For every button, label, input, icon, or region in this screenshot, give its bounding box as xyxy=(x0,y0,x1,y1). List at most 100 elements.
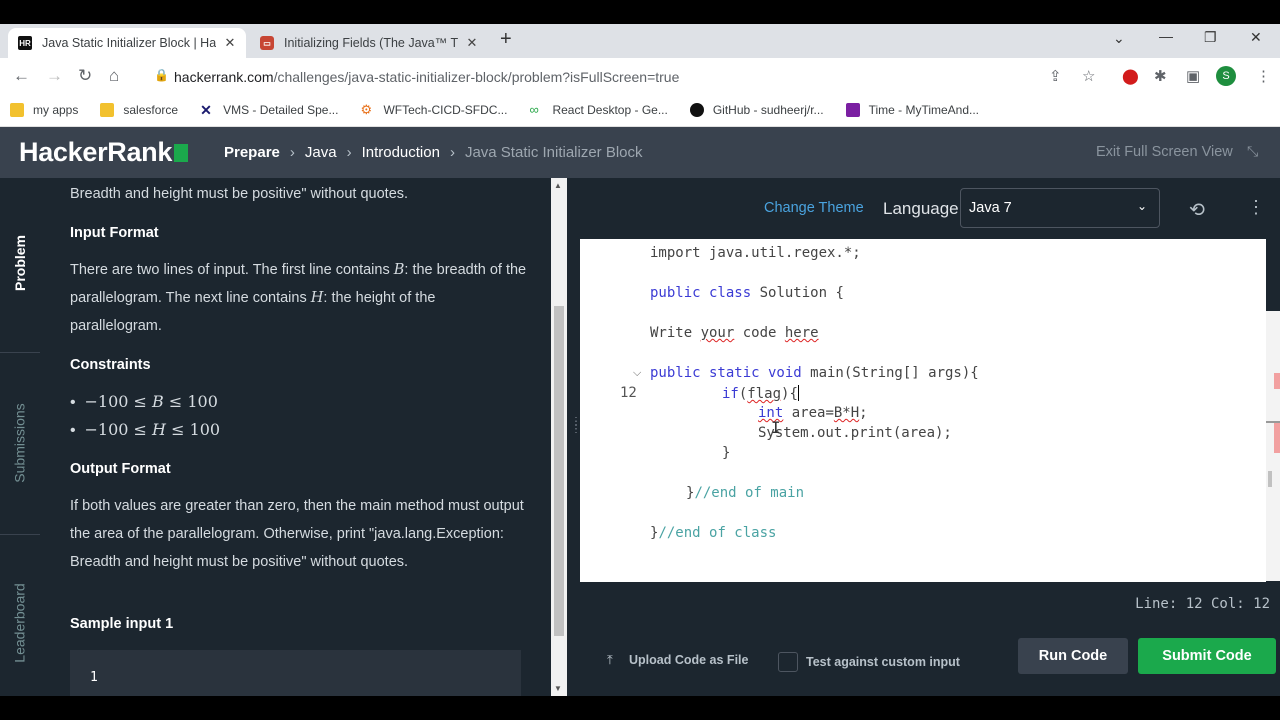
constraints-title: Constraints xyxy=(70,357,151,373)
extensions-puzzle-icon[interactable]: ✱ xyxy=(1154,67,1167,85)
code-line: }//end of class xyxy=(650,525,776,541)
constraint-b: • −100 ≤ B ≤ 100 xyxy=(70,392,218,411)
code-editor-panel: Change Theme Language Java 7 ⌄ ⟲ ⋮ impor… xyxy=(567,178,1280,696)
error-marker xyxy=(1274,373,1280,389)
divider xyxy=(0,352,40,353)
text-fragment: There are two lines of input. The first … xyxy=(70,262,394,278)
history-icon[interactable]: ⟲ xyxy=(1189,199,1205,222)
share-icon[interactable]: ⇪ xyxy=(1049,67,1062,85)
sidetab-label: Leaderboard xyxy=(12,583,28,663)
resize-grip-icon[interactable]: ⋮ ⋮ ⋮ xyxy=(571,417,581,450)
code-keyword: public static void xyxy=(650,365,802,381)
back-icon[interactable]: ← xyxy=(13,66,30,86)
breadcrumb-prepare[interactable]: Prepare xyxy=(224,144,280,161)
run-code-button[interactable]: Run Code xyxy=(1018,638,1128,674)
tab-hackerrank[interactable]: HR Java Static Initializer Block | Hack … xyxy=(8,28,246,58)
tab-oracle[interactable]: ▭ Initializing Fields (The Java™ Tuto ✕ xyxy=(250,28,488,58)
code-line: Write your code here xyxy=(650,325,819,341)
scrollbar-thumb[interactable] xyxy=(1268,471,1272,487)
window-close-icon[interactable]: ✕ xyxy=(1250,29,1262,46)
hackerrank-header: HackerRank Prepare › Java › Introduction… xyxy=(0,127,1280,178)
side-panel-icon[interactable]: ▣ xyxy=(1186,67,1200,85)
code-line: public class Solution { xyxy=(650,285,844,301)
problem-statement: Breadth and height must be positive" wit… xyxy=(40,178,551,696)
code-token-error: your xyxy=(700,325,735,341)
code-comment: //end of main xyxy=(694,485,805,501)
bookmark-label: GitHub - sudheerj/r... xyxy=(712,103,824,117)
screen: HR Java Static Initializer Block | Hack … xyxy=(0,0,1280,720)
code-area[interactable]: import java.util.regex.*; public class S… xyxy=(580,239,1280,582)
language-select[interactable]: Java 7 ⌄ xyxy=(960,188,1160,228)
close-icon[interactable]: ✕ xyxy=(222,35,238,51)
logo-text: HackerRank xyxy=(19,137,173,167)
change-theme-link[interactable]: Change Theme xyxy=(764,200,864,216)
reload-icon[interactable]: ↻ xyxy=(78,66,92,86)
exit-fullscreen-link[interactable]: Exit Full Screen View xyxy=(1096,144,1233,160)
math-n: 100 xyxy=(189,420,221,439)
bookmark-salesforce[interactable]: salesforce xyxy=(100,103,178,117)
custom-input-label[interactable]: Test against custom input xyxy=(806,655,960,669)
oracle-favicon-icon: ▭ xyxy=(260,36,274,50)
minimize-icon[interactable]: — xyxy=(1159,28,1173,44)
url-path: /challenges/java-static-initializer-bloc… xyxy=(273,69,680,85)
hackerrank-logo[interactable]: HackerRank xyxy=(19,137,189,168)
code-line: } xyxy=(722,445,731,461)
language-label: Language xyxy=(883,199,959,218)
address-bar[interactable]: 🔒 hackerrank.com/challenges/java-static-… xyxy=(144,61,1236,91)
bookmark-react-desktop[interactable]: ∞ React Desktop - Ge... xyxy=(529,103,667,118)
scroll-up-icon[interactable]: ▲ xyxy=(554,181,562,190)
home-icon[interactable]: ⌂ xyxy=(109,66,119,86)
math-op: ≤ xyxy=(165,420,190,439)
bookmark-github[interactable]: GitHub - sudheerj/r... xyxy=(689,103,824,117)
bookmark-vms[interactable]: ✕ VMS - Detailed Spe... xyxy=(200,103,338,117)
scroll-down-icon[interactable]: ▼ xyxy=(554,684,562,693)
upload-icon[interactable]: ⤒ xyxy=(607,652,613,668)
upload-code-button[interactable]: Upload Code as File xyxy=(629,653,748,667)
mouse-ibeam-cursor-icon: I xyxy=(771,418,781,437)
error-marker xyxy=(1274,423,1280,453)
problem-scrollbar[interactable]: ▲ ▼ xyxy=(551,178,567,696)
tab-title: Java Static Initializer Block | Hack xyxy=(42,36,216,50)
submit-code-button[interactable]: Submit Code xyxy=(1138,638,1276,674)
code-scrollbar[interactable] xyxy=(1266,311,1280,581)
divider xyxy=(0,534,40,535)
bookmark-star-icon[interactable]: ☆ xyxy=(1082,67,1095,85)
sample-input-line: 1 xyxy=(90,670,98,685)
scrollbar-thumb[interactable] xyxy=(554,306,564,636)
fold-chevron-icon[interactable]: ⌵ xyxy=(633,367,641,380)
new-tab-icon[interactable]: + xyxy=(500,28,512,51)
code-token-error: flag xyxy=(747,386,782,402)
chevron-right-icon: › xyxy=(289,144,295,161)
breadcrumb-java[interactable]: Java xyxy=(305,144,337,161)
bookmark-time[interactable]: Time - MyTimeAnd... xyxy=(845,103,979,117)
collapse-icon[interactable]: ⤡ xyxy=(1247,143,1258,160)
browser-menu-icon[interactable]: ⋮ xyxy=(1256,67,1271,85)
bookmark-my-apps[interactable]: my apps xyxy=(10,103,78,117)
problem-sidebar: Problem Submissions Leaderboard xyxy=(0,178,40,696)
tab-search-icon[interactable]: ⌄ xyxy=(1113,30,1125,47)
bookmark-label: WFTech-CICD-SFDC... xyxy=(383,103,508,117)
close-icon[interactable]: ✕ xyxy=(464,35,480,51)
code-line: if(flag){ xyxy=(722,385,799,402)
vms-icon: ✕ xyxy=(200,102,212,118)
sidetab-label: Problem xyxy=(12,234,29,292)
bookmark-label: my apps xyxy=(33,103,79,117)
bookmark-wftech[interactable]: ⚙ WFTech-CICD-SFDC... xyxy=(360,103,508,118)
sidetab-submissions[interactable]: Submissions xyxy=(0,378,40,508)
custom-input-checkbox[interactable] xyxy=(778,652,798,672)
lock-icon[interactable]: 🔒 xyxy=(154,68,169,82)
sidetab-problem[interactable]: Problem xyxy=(0,208,40,318)
math-op: ≤ xyxy=(163,392,188,411)
profile-avatar[interactable]: S xyxy=(1216,66,1236,86)
sidetab-label: Submissions xyxy=(12,403,28,483)
breadcrumb-introduction[interactable]: Introduction xyxy=(362,144,440,161)
sidetab-leaderboard[interactable]: Leaderboard xyxy=(0,558,40,688)
more-options-icon[interactable]: ⋮ xyxy=(1247,198,1265,216)
math-var-h: H xyxy=(310,290,324,306)
top-black-bar xyxy=(0,0,1280,24)
math-var: H xyxy=(152,420,166,439)
restore-icon[interactable]: ❐ xyxy=(1204,29,1217,46)
opera-extension-icon[interactable]: ⬤ xyxy=(1122,67,1139,85)
url-text[interactable]: hackerrank.com/challenges/java-static-in… xyxy=(174,69,679,85)
forward-icon[interactable]: → xyxy=(46,66,63,86)
